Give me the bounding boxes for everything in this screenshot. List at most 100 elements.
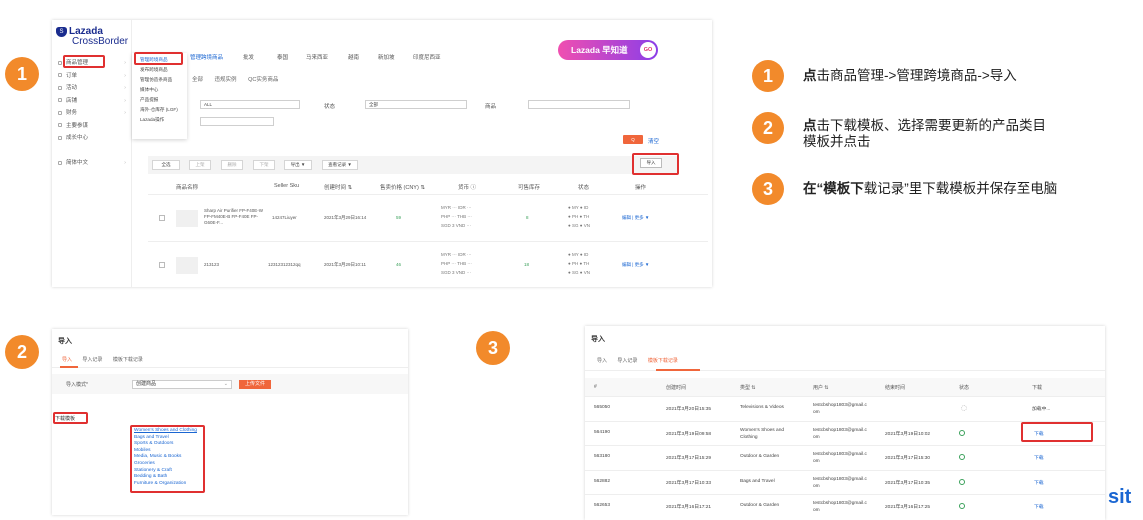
lazada-info-banner[interactable]: Lazada 早知道 GO (558, 40, 658, 60)
success-check-icon (959, 429, 965, 436)
row-checkbox[interactable] (159, 262, 165, 268)
highlight-manage-cb-products (134, 52, 183, 65)
import-tabs: 导入 导入记录 模板下载记录 (597, 357, 687, 364)
reset-link[interactable]: 清空 (648, 137, 659, 145)
row-actions[interactable]: 编辑 | 更多 ▼ (622, 262, 649, 268)
store-icon (58, 98, 62, 103)
import-mode-select[interactable]: 创建商品 ⌄ (132, 380, 232, 389)
tab-import-records[interactable]: 导入记录 (617, 358, 637, 364)
nav-item[interactable]: 新加坡 (378, 53, 395, 61)
table-row: 562882 2021年3月17日10:33 Bags and Travel t… (585, 469, 1105, 495)
table-row: 562653 2021年3月16日17:21 Outdoor & Garden … (585, 494, 1105, 519)
subtab-all[interactable]: 全部 (192, 77, 203, 83)
sidebar-item-store[interactable]: 店铺 › (52, 95, 132, 108)
download-link[interactable]: 下载 (1034, 479, 1044, 486)
tab-divider (52, 367, 408, 368)
instruction-2-badge: 2 (752, 112, 784, 144)
subtab-qc[interactable]: QC实务商品 (248, 77, 278, 83)
row-checkbox[interactable] (159, 215, 165, 221)
nav-item[interactable]: 泰国 (277, 53, 288, 61)
deactivate-button[interactable]: 下架 (253, 160, 275, 170)
highlight-category-list (130, 425, 205, 493)
sidebar-item-growth[interactable]: 成长中心 (52, 132, 132, 145)
nav-item[interactable]: 越南 (348, 53, 359, 61)
step-3-badge: 3 (476, 331, 510, 365)
import-tabs: 导入 导入记录 模板下载记录 (62, 356, 152, 363)
products-dropdown-menu: 管理跨境商品 发布跨境商品 管理仿造条商品 媒体中心 产品提报 海外-仓库存 (… (132, 53, 187, 139)
step-2-badge: 2 (5, 335, 39, 369)
loading-icon (961, 405, 967, 411)
top-navigation: 管理跨境商品 批发 泰国 马来西亚 越南 新加坡 印度尼西亚 (132, 50, 632, 64)
go-button[interactable]: GO (640, 42, 656, 58)
upload-file-button[interactable]: 上传文件 (239, 380, 271, 389)
bulk-toolbar: 全选 上架 删除 下架 导出 ▼ 查看记录 ▼ (148, 156, 678, 174)
import-dialog-screenshot: 导入 导入 导入记录 模板下载记录 导入模式* 创建商品 ⌄ 上传文件 下载模板 … (52, 329, 408, 515)
nav-item[interactable]: 管理跨境商品 (190, 53, 223, 61)
tab-template-records[interactable]: 模板下载记录 (113, 357, 143, 363)
chevron-right-icon: › (124, 160, 126, 166)
product-table-header: 商品名称 Seller Sku 创建时间 ⇅ 售卖价格 (CNY) ⇅ 货币 ⓘ… (176, 183, 647, 191)
subtab-violations[interactable]: 违规实例 (215, 77, 237, 83)
tab-import[interactable]: 导入 (597, 358, 607, 364)
download-link[interactable]: 下载 (1034, 503, 1044, 510)
activate-button[interactable]: 上架 (189, 160, 211, 170)
secondary-filter-input[interactable] (200, 117, 274, 126)
status-filter-label: 状态 (324, 104, 336, 110)
highlight-download-link (1021, 422, 1093, 442)
nav-item[interactable]: 马来西亚 (306, 53, 328, 61)
product-thumbnail (176, 210, 198, 227)
orders-icon (58, 73, 62, 78)
instruction-2-text: 点击下载模板、选择需要更新的产品类目 模板并点击 (803, 118, 1046, 149)
nav-item[interactable]: 批发 (243, 53, 254, 61)
chevron-right-icon: › (124, 60, 126, 66)
menu-item-lgf-inventory[interactable]: 海外-仓库存 (LGF) (132, 105, 187, 115)
lazada-logo: S Lazada CrossBorder (56, 26, 131, 47)
status-filter-select[interactable]: 全部 (365, 100, 467, 109)
chevron-down-icon: ⌄ (223, 381, 228, 387)
tab-template-records[interactable]: 模板下载记录 (648, 358, 678, 364)
growth-icon (58, 135, 62, 140)
export-dropdown[interactable]: 导出 ▼ (284, 160, 312, 170)
sidebar-item-language[interactable]: 简体中文 › (52, 157, 132, 170)
download-link[interactable]: 下载 (1034, 454, 1044, 461)
chevron-right-icon: › (124, 72, 126, 79)
menu-item-lazada-ops[interactable]: Lazada操作 (132, 115, 187, 125)
box-icon (58, 60, 62, 65)
menu-item-manage-imitation[interactable]: 管理仿造条商品 (132, 75, 187, 85)
tab-import-records[interactable]: 导入记录 (82, 357, 102, 363)
search-button[interactable]: Q (623, 135, 643, 144)
active-tab-indicator (60, 366, 78, 368)
menu-item-publish-cb-products[interactable]: 发布跨境商品 (132, 65, 187, 75)
success-check-icon (959, 503, 965, 509)
row-actions[interactable]: 编辑 | 更多 ▼ (622, 215, 649, 221)
nav-item[interactable]: 印度尼西亚 (413, 53, 441, 61)
sidebar-item-advisor[interactable]: 主要参谋 (52, 120, 132, 133)
table-row: 563180 2021年3月17日15:29 Outdoor & Garden … (585, 445, 1105, 470)
sidebar-item-finance[interactable]: 财务 › (52, 107, 132, 120)
chevron-right-icon: › (124, 97, 126, 104)
globe-icon (58, 160, 62, 165)
instruction-1-text: 点击商品管理->管理跨境商品->导入 (803, 68, 1017, 83)
success-check-icon (959, 478, 965, 485)
tab-import[interactable]: 导入 (62, 357, 72, 363)
import-title: 导入 (591, 336, 605, 343)
select-all-checkbox[interactable]: 全选 (152, 160, 180, 170)
table-row: Sharp Air Purifier FP-F40E-W FP-FM40E-B … (148, 194, 708, 240)
sidebar-item-campaigns[interactable]: 活动 › (52, 82, 132, 95)
highlight-import-button (632, 153, 679, 175)
chevron-right-icon: › (124, 85, 126, 91)
sidebar-item-orders[interactable]: 订单 › (52, 70, 132, 83)
menu-item-media-center[interactable]: 媒体中心 (132, 85, 187, 95)
import-mode-label: 导入模式* (66, 382, 88, 388)
campaign-icon (58, 85, 62, 90)
menu-item-product-submission[interactable]: 产品提报 (132, 95, 187, 105)
delete-button[interactable]: 删除 (221, 160, 243, 170)
product-filter-input[interactable] (528, 100, 630, 109)
instruction-3-text: 在“模板下载记录”里下载模板并保存至电脑 (803, 181, 1058, 196)
category-filter-select[interactable]: ALL (200, 100, 300, 109)
advisor-icon (58, 123, 62, 128)
records-dropdown[interactable]: 查看记录 ▼ (322, 160, 358, 170)
template-download-records-screenshot: 导入 导入 导入记录 模板下载记录 # 创建时间 类型 ⇅ 用户 ⇅ 结束时间 … (585, 326, 1105, 520)
corner-logo-text: sit (1108, 486, 1132, 508)
